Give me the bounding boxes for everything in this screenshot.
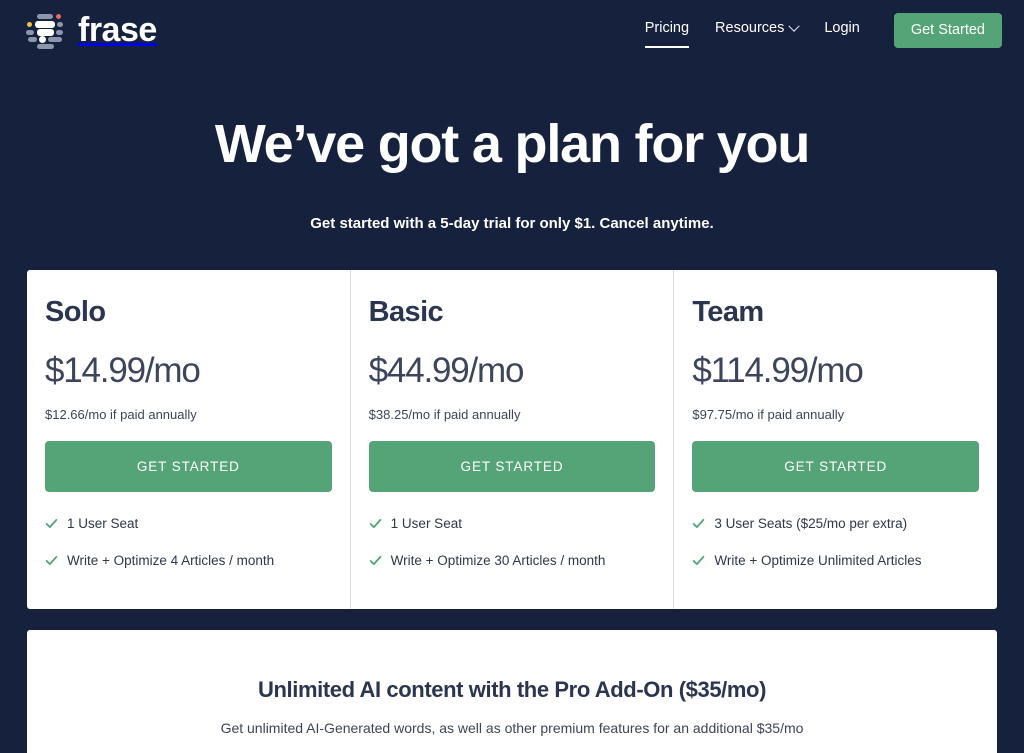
nav-item-pricing[interactable]: Pricing xyxy=(644,20,690,48)
check-icon xyxy=(369,519,381,529)
feature-label: Write + Optimize 4 Articles / month xyxy=(67,552,275,568)
plan-name: Team xyxy=(692,296,764,329)
nav-item-pricing-label: Pricing xyxy=(644,20,690,37)
plan-feature-list: 1 User Seat Write + Optimize 4 Articles … xyxy=(45,516,332,568)
plan-price: $44.99/mo xyxy=(368,351,525,391)
plan-feature-list: 1 User Seat Write + Optimize 30 Articles… xyxy=(369,516,656,568)
feature-label: Write + Optimize 30 Articles / month xyxy=(390,552,606,568)
pricing-plans-panel: Solo $14.99/mo $12.66/mo if paid annuall… xyxy=(27,270,997,609)
brand-logo-link[interactable]: frase xyxy=(26,11,157,49)
feature-label: 1 User Seat xyxy=(67,516,139,532)
plan-get-started-button[interactable]: GET STARTED xyxy=(692,441,980,493)
brand-name: frase xyxy=(78,11,157,49)
feature-label: 3 User Seats ($25/mo per extra) xyxy=(714,516,908,532)
plan-get-started-button[interactable]: GET STARTED xyxy=(45,441,332,493)
plan-card-solo: Solo $14.99/mo $12.66/mo if paid annuall… xyxy=(27,270,351,609)
nav-item-login[interactable]: Login xyxy=(824,21,859,39)
check-icon xyxy=(45,519,58,529)
check-icon xyxy=(693,519,705,529)
plan-card-team: Team $114.99/mo $97.75/mo if paid annual… xyxy=(674,270,997,608)
nav-item-login-label: Login xyxy=(824,20,860,37)
check-icon xyxy=(45,555,58,565)
check-icon xyxy=(369,555,381,565)
list-item: Write + Optimize Unlimited Articles xyxy=(692,553,979,569)
list-item: 1 User Seat xyxy=(45,516,332,532)
hero-section: We’ve got a plan for you Get started wit… xyxy=(0,60,1024,232)
plan-name: Basic xyxy=(368,296,444,329)
page-title: We’ve got a plan for you xyxy=(214,114,810,174)
chevron-down-icon xyxy=(788,20,801,32)
feature-label: Write + Optimize Unlimited Articles xyxy=(714,552,922,568)
plan-card-basic: Basic $44.99/mo $38.25/mo if paid annual… xyxy=(351,270,675,609)
get-started-button[interactable]: Get Started xyxy=(893,12,1002,48)
list-item: Write + Optimize 30 Articles / month xyxy=(369,553,656,569)
plan-get-started-button[interactable]: GET STARTED xyxy=(368,441,656,493)
plan-name: Solo xyxy=(45,296,106,329)
check-icon xyxy=(693,555,705,565)
list-item: 1 User Seat xyxy=(369,516,656,532)
pro-addon-panel: Unlimited AI content with the Pro Add-On… xyxy=(27,629,997,753)
plan-annual-note: $38.25/mo if paid annually xyxy=(368,407,521,423)
list-item: Write + Optimize 4 Articles / month xyxy=(45,553,332,569)
plan-price: $114.99/mo xyxy=(692,351,863,391)
plan-annual-note: $97.75/mo if paid annually xyxy=(692,407,845,423)
frase-logo-icon xyxy=(26,12,64,49)
plan-feature-list: 3 User Seats ($25/mo per extra) Write + … xyxy=(692,516,979,568)
site-header: frase Pricing Resources Login Get Starte… xyxy=(0,0,1024,60)
main-nav: Pricing Resources Login Get Started xyxy=(644,12,1002,48)
nav-item-resources-label: Resources xyxy=(715,20,785,37)
list-item: 3 User Seats ($25/mo per extra) xyxy=(692,516,979,532)
plan-price: $14.99/mo xyxy=(45,351,201,391)
addon-title: Unlimited AI content with the Pro Add-On… xyxy=(258,676,766,702)
nav-item-resources[interactable]: Resources xyxy=(715,20,801,39)
plan-annual-note: $12.66/mo if paid annually xyxy=(45,407,197,423)
feature-label: 1 User Seat xyxy=(390,516,462,532)
hero-subtitle: Get started with a 5-day trial for only … xyxy=(310,215,714,233)
addon-subtitle: Get unlimited AI-Generated words, as wel… xyxy=(220,719,804,736)
